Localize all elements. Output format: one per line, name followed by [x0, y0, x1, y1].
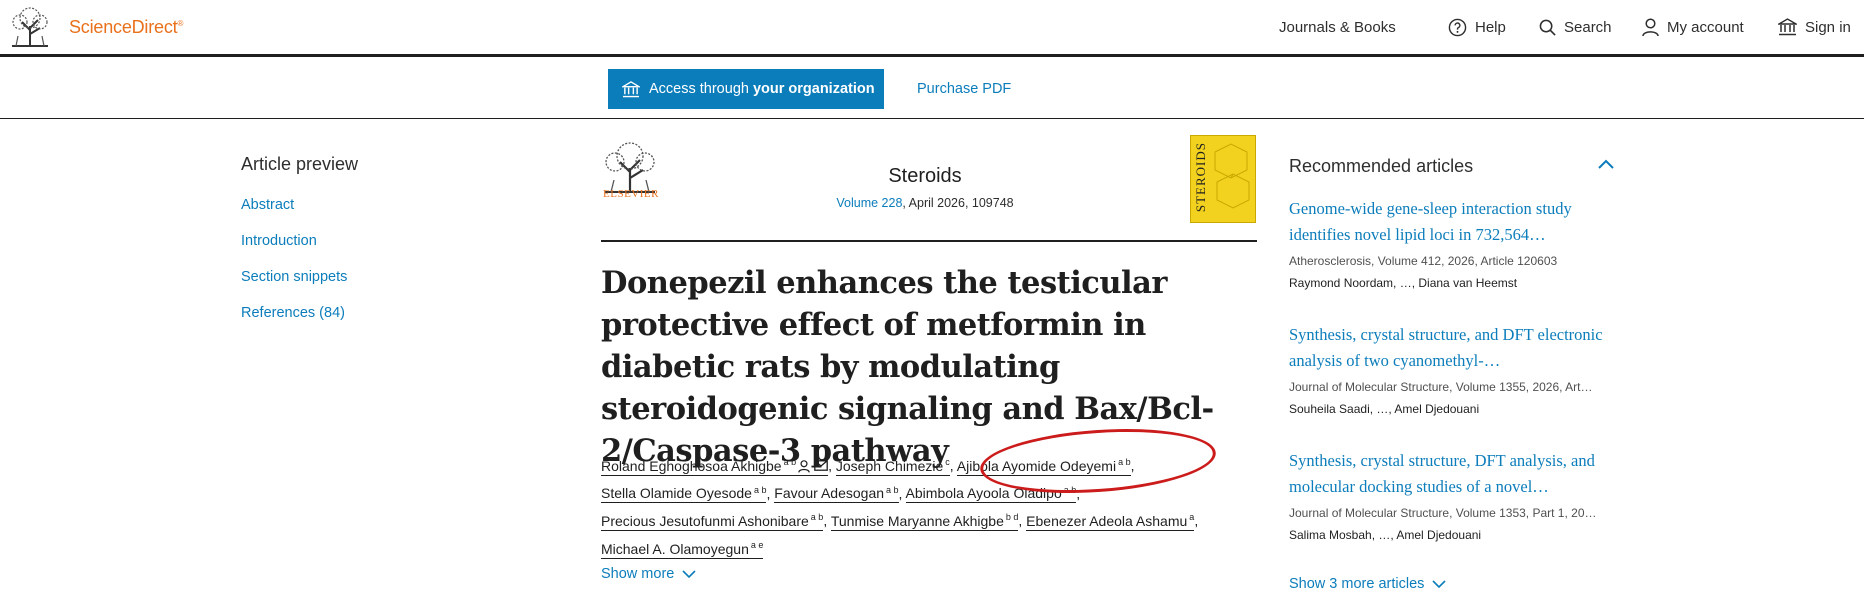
nav-sign-in[interactable]: Sign in [1778, 0, 1851, 54]
elsevier-wordmark: ELSEVIER [603, 188, 659, 200]
nav-journals-label: Journals & Books [1279, 18, 1396, 36]
user-icon [1642, 17, 1659, 36]
recommended-article-source: Atherosclerosis, Volume 412, 2026, Artic… [1289, 254, 1558, 268]
nav-account-label: My account [1667, 18, 1744, 36]
recommended-article-authors: Raymond Noordam, …, Diana van Heemst [1289, 276, 1518, 290]
author-link[interactable]: Tunmise Maryanne Akhigbe b d [830, 512, 1019, 531]
nav-my-account[interactable]: My account [1642, 0, 1744, 54]
show-more-authors-button[interactable]: Show more [601, 566, 696, 582]
toc-item-section-snippets[interactable]: Section snippets [241, 269, 347, 305]
author-name: Precious Jesutofunmi Ashonibare [601, 512, 809, 529]
nav-help[interactable]: Help [1448, 0, 1506, 54]
author-link[interactable]: Ebenezer Adeola Ashamu a [1026, 512, 1195, 531]
author-link[interactable]: Precious Jesutofunmi Ashonibare a b [601, 512, 824, 531]
article-preview-toc: Abstract Introduction Section snippets R… [241, 197, 347, 341]
author-name: Stella Olamide Oyesode [601, 485, 752, 502]
access-button-prefix: Access through [649, 81, 749, 97]
email-icon [814, 460, 828, 472]
journal-cover-image[interactable]: STEROIDS [1190, 135, 1256, 223]
author-affiliation: a b [1063, 484, 1077, 495]
nav-journals-books[interactable]: Journals & Books [1279, 0, 1396, 54]
recommended-article-title[interactable]: Genome-wide gene-sleep interaction study… [1289, 196, 1619, 248]
author-link[interactable]: Michael A. Olamoyegun a e [601, 539, 764, 559]
recommended-articles-heading: Recommended articles [1289, 156, 1474, 176]
cover-title: STEROIDS [1193, 142, 1208, 213]
recommended-article-title[interactable]: Synthesis, crystal structure, DFT analys… [1289, 448, 1619, 500]
volume-link[interactable]: Volume 228 [836, 196, 902, 210]
recommended-article-source: Journal of Molecular Structure, Volume 1… [1289, 380, 1593, 394]
author-name: Ebenezer Adeola Ashamu [1026, 512, 1188, 529]
sciencedirect-brand[interactable]: ScienceDirect® [69, 17, 183, 38]
author-name: Abimbola Ayoola Oladipo [905, 485, 1062, 502]
author-link[interactable]: Roland Eghoghosoa Akhigbe a b [601, 457, 829, 476]
nav-search[interactable]: Search [1539, 0, 1612, 54]
show-more-label: Show more [601, 566, 675, 582]
institution-icon [1778, 18, 1797, 36]
author-affiliation: a b [753, 484, 767, 495]
author-name: Ajibola Ayomide Odeyemi [956, 457, 1117, 474]
journal-divider [601, 240, 1257, 242]
toc-item-references[interactable]: References (84) [241, 305, 347, 341]
nav-search-label: Search [1564, 18, 1612, 36]
show-more-articles-button[interactable]: Show 3 more articles [1289, 576, 1446, 592]
article-title: Donepezil enhances the testicular protec… [601, 265, 1214, 469]
author-name: Joseph Chimezie [835, 457, 944, 474]
author-name: Michael A. Olamoyegun [601, 540, 749, 557]
author-name: Tunmise Maryanne Akhigbe [830, 512, 1004, 529]
author-affiliation: a [1189, 512, 1195, 523]
author-link[interactable]: Stella Olamide Oyesode a b [601, 484, 767, 504]
recommended-article: Synthesis, crystal structure, DFT analys… [1289, 448, 1619, 542]
recommended-article-source: Journal of Molecular Structure, Volume 1… [1289, 506, 1597, 520]
chevron-down-icon [1432, 579, 1446, 588]
recommended-article-authors: Souheila Saadi, …, Amel Djedouani [1289, 402, 1480, 416]
author-link[interactable]: Joseph Chimezie c [835, 457, 950, 476]
author-affiliation: a e [750, 539, 764, 550]
search-icon [1539, 19, 1556, 36]
cover-pattern-icon [1214, 143, 1250, 209]
help-icon [1448, 18, 1467, 36]
author-link[interactable]: Favour Adesogan a b [774, 484, 899, 504]
access-through-organization-button[interactable]: Access through your organization [608, 69, 884, 109]
article-preview-heading: Article preview [241, 154, 359, 174]
recommended-article: Genome-wide gene-sleep interaction study… [1289, 196, 1619, 290]
journal-name[interactable]: Steroids [760, 165, 1090, 188]
author-name: Roland Eghoghosoa Akhigbe [601, 457, 782, 474]
author-affiliation: a b [1118, 457, 1131, 467]
nav-help-label: Help [1475, 18, 1506, 36]
access-bar: Access through your organization Purchas… [0, 57, 1864, 119]
author-affiliation: b d [1005, 512, 1019, 523]
journal-volume-info: Volume 228, April 2026, 109748 [760, 196, 1090, 210]
chevron-down-icon [682, 569, 696, 578]
institution-icon [622, 80, 640, 97]
nav-signin-label: Sign in [1805, 18, 1851, 36]
recommended-article: Synthesis, crystal structure, and DFT el… [1289, 322, 1619, 416]
author-affiliation: c [945, 457, 950, 467]
author-affiliation: a b [810, 512, 824, 523]
purchase-pdf-link[interactable]: Purchase PDF [917, 81, 1011, 97]
recommended-article-authors: Salima Mosbah, …, Amel Djedouani [1289, 528, 1482, 542]
site-header: ScienceDirect® Journals & Books Help Sea… [0, 0, 1864, 57]
toc-item-abstract[interactable]: Abstract [241, 197, 347, 233]
volume-details: , April 2026, 109748 [902, 196, 1014, 210]
brand-mark: ® [177, 19, 184, 28]
toc-item-introduction[interactable]: Introduction [241, 233, 347, 269]
chevron-up-icon[interactable] [1597, 158, 1615, 170]
access-button-bold: your organization [752, 81, 875, 97]
author-link[interactable]: Abimbola Ayoola Oladipo a b [905, 484, 1077, 504]
brand-text: ScienceDirect [69, 17, 178, 37]
author-link[interactable]: Ajibola Ayomide Odeyemi a b [956, 457, 1131, 476]
author-list: Roland Eghoghosoa Akhigbe a b, Joseph Chi… [601, 457, 1199, 559]
corresponding-author-icon [798, 460, 810, 473]
author-name: Favour Adesogan [774, 485, 885, 502]
show-more-articles-label: Show 3 more articles [1289, 576, 1425, 592]
author-affiliation: a b [886, 484, 899, 495]
elsevier-tree-logo-icon[interactable] [8, 6, 52, 48]
recommended-article-title[interactable]: Synthesis, crystal structure, and DFT el… [1289, 322, 1619, 374]
author-affiliation: a b [783, 457, 797, 467]
